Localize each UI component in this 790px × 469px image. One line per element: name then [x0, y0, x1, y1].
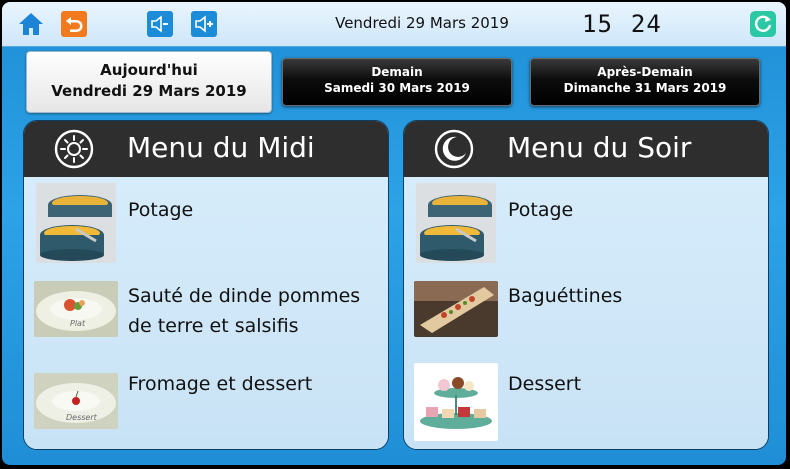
home-button[interactable] [18, 11, 44, 37]
menu-item[interactable]: Plat Sauté de dinde pommes de terre et s… [24, 271, 388, 357]
volume-up-icon [195, 15, 213, 33]
tab-after-tomorrow[interactable]: Après-Demain Dimanche 31 Mars 2019 [530, 58, 760, 106]
back-button[interactable] [61, 11, 87, 37]
clock-hours: 15 [582, 10, 613, 38]
panel-body: Potage Baguéttines Dessert [404, 177, 768, 449]
menu-item-label: Sauté de dinde pommes de terre et salsif… [128, 285, 361, 337]
plat-photo: Plat [34, 281, 118, 337]
svg-text:Dessert: Dessert [66, 413, 98, 422]
current-date: Vendredi 29 Mars 2019 [335, 14, 509, 32]
panel-header: Menu du Soir [404, 121, 768, 177]
app-screen: Vendredi 29 Mars 2019 15 24 Aujourd'hui V… [2, 2, 786, 465]
tab-today-label: Aujourd'hui [100, 61, 198, 79]
tab-after-date: Dimanche 31 Mars 2019 [563, 81, 727, 95]
menu-item-label: Dessert [508, 373, 582, 395]
menu-item[interactable]: Dessert Fromage et dessert [24, 361, 388, 447]
tab-today[interactable]: Aujourd'hui Vendredi 29 Mars 2019 [26, 51, 272, 113]
home-icon [19, 13, 43, 35]
menu-item-label: Baguéttines [508, 285, 623, 307]
soup-photo [36, 183, 116, 263]
moon-icon [434, 129, 474, 169]
tab-tomorrow-label: Demain [371, 65, 423, 79]
panel-title: Menu du Midi [127, 131, 315, 164]
tab-after-label: Après-Demain [597, 65, 693, 79]
sun-icon [54, 129, 94, 169]
menu-item-label: Potage [508, 199, 574, 221]
dessert-plate-photo: Dessert [34, 373, 118, 429]
refresh-icon [754, 15, 772, 32]
panel-menu-midi: Menu du Midi Potage Plat Sauté de dinde … [23, 120, 389, 450]
menu-item[interactable]: Dessert [404, 361, 768, 447]
volume-up-button[interactable] [191, 11, 217, 37]
top-bar: Vendredi 29 Mars 2019 15 24 [2, 2, 786, 47]
panel-title: Menu du Soir [507, 131, 692, 164]
menu-item-label: Potage [128, 199, 194, 221]
refresh-button[interactable] [750, 11, 776, 37]
menu-item-label: Fromage et dessert [128, 373, 313, 395]
svg-text:Plat: Plat [70, 319, 86, 328]
panel-menu-soir: Menu du Soir Potage Baguéttines Dessert [403, 120, 769, 450]
panel-body: Potage Plat Sauté de dinde pommes de ter… [24, 177, 388, 449]
tab-today-date: Vendredi 29 Mars 2019 [51, 82, 247, 100]
volume-down-icon [151, 15, 168, 33]
menu-item[interactable]: Potage [24, 181, 388, 267]
cakes-photo [414, 363, 498, 441]
back-arrow-icon [66, 17, 83, 32]
volume-down-button[interactable] [147, 11, 173, 37]
soup-photo [416, 183, 496, 263]
tab-tomorrow-date: Samedi 30 Mars 2019 [324, 81, 470, 95]
tab-tomorrow[interactable]: Demain Samedi 30 Mars 2019 [282, 58, 512, 106]
panel-header: Menu du Midi [24, 121, 388, 177]
menu-item[interactable]: Potage [404, 181, 768, 267]
baguettines-photo [414, 281, 498, 337]
menu-item[interactable]: Baguéttines [404, 271, 768, 357]
clock-minutes: 24 [630, 10, 662, 38]
clock: 15 24 [582, 10, 662, 38]
